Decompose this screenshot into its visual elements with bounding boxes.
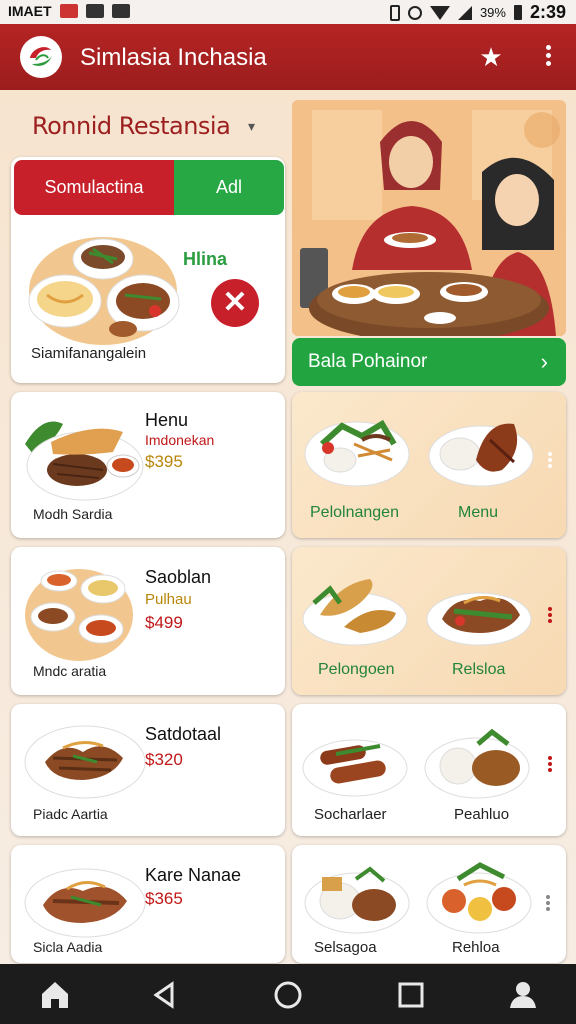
app-bar: Simlasia Inchasia ★ — [0, 24, 576, 90]
more-vert-icon[interactable] — [547, 754, 553, 774]
category-card[interactable]: Pelongoen Relsloa — [292, 547, 566, 695]
food-platter-image — [25, 229, 185, 349]
chevron-down-icon[interactable]: ▾ — [248, 118, 255, 135]
more-vert-icon[interactable] — [547, 450, 553, 470]
menu-item-card[interactable]: Kare Nanae $365 Sicla Aadia — [11, 845, 285, 963]
signal-icon — [457, 5, 472, 20]
item-price: $395 — [145, 452, 183, 471]
photo-notification-icon — [85, 4, 104, 18]
restaurant-title[interactable]: Ronnid Restansia — [32, 112, 231, 140]
dish-image — [302, 410, 412, 490]
home-circle-icon[interactable] — [271, 978, 305, 1012]
category-card[interactable]: Selsagoa Rehloa — [292, 845, 566, 963]
battery-icon — [513, 5, 522, 20]
tab-active[interactable]: Somulactina — [14, 160, 174, 215]
item-caption: Mndc aratia — [33, 663, 107, 679]
clock: 2:39 — [529, 2, 566, 22]
navigation-bar — [0, 964, 576, 1024]
alarm-icon — [407, 5, 422, 20]
more-vert-icon[interactable] — [545, 893, 551, 913]
feature-caption: Siamifanangalein — [31, 345, 147, 362]
item-price: $365 — [145, 889, 183, 908]
dish-image — [300, 573, 410, 649]
vibrate-icon — [389, 4, 400, 21]
segmented-tabs: Somulactina Adl — [14, 160, 284, 215]
more-vert-icon[interactable] — [538, 42, 558, 72]
camera-notification-icon — [111, 4, 130, 18]
menu-item-card[interactable]: Satdotaal $320 Piadc Aartia — [11, 704, 285, 836]
category-left-label: Pelongoen — [318, 661, 395, 678]
item-subtitle: Imdonekan — [145, 432, 215, 448]
dish-image — [424, 855, 534, 937]
chevron-right-icon: › — [540, 349, 548, 374]
more-vert-icon[interactable] — [547, 605, 553, 625]
category-right-label: Rehloa — [452, 939, 500, 956]
item-caption: Sicla Aadia — [33, 939, 103, 955]
item-caption: Piadc Aartia — [33, 806, 108, 822]
star-icon[interactable]: ★ — [476, 42, 506, 72]
category-left-label: Selsagoa — [314, 939, 377, 956]
item-title: Kare Nanae — [145, 865, 242, 885]
dish-image — [300, 730, 410, 800]
category-right-label: Menu — [458, 504, 499, 521]
category-card[interactable]: Socharlaer Peahluo — [292, 704, 566, 836]
profile-icon[interactable] — [506, 978, 540, 1012]
item-title: Henu — [145, 410, 189, 430]
battery-text: 39% — [479, 5, 506, 20]
app-title: Simlasia Inchasia — [80, 44, 267, 71]
tab-add[interactable]: Adl — [174, 160, 284, 215]
feature-label: Hlina — [183, 249, 228, 269]
dish-image — [23, 404, 149, 504]
category-right-label: Peahluo — [454, 806, 510, 823]
restaurant-illustration — [292, 100, 566, 336]
menu-item-card[interactable]: Saoblan Pulhau $499 Mndc aratia — [11, 547, 285, 695]
item-subtitle: Pulhau — [145, 591, 192, 608]
dish-image — [426, 410, 536, 490]
item-title: Saoblan — [145, 567, 212, 587]
category-right-label: Relsloa — [452, 661, 506, 678]
feature-card: Somulactina Adl Hlina ✕ Siamifanangalein — [11, 157, 285, 383]
category-left-label: Pelolnangen — [310, 504, 399, 521]
item-title: Satdotaal — [145, 724, 222, 744]
item-price: $320 — [145, 750, 183, 769]
wifi-icon — [429, 5, 450, 20]
back-icon[interactable] — [148, 978, 182, 1012]
carrier-text: IMAET — [8, 3, 52, 19]
home-icon[interactable] — [38, 978, 72, 1012]
recents-icon[interactable] — [394, 978, 428, 1012]
promo-button[interactable]: Bala Pohainor › — [292, 338, 566, 386]
close-icon[interactable]: ✕ — [211, 279, 259, 327]
dish-image — [23, 861, 149, 941]
dish-image — [422, 724, 532, 802]
dish-image — [23, 718, 149, 802]
status-bar: IMAET 39% 2:39 — [0, 0, 576, 24]
item-price: $499 — [145, 613, 183, 632]
dish-image — [23, 561, 149, 663]
category-card[interactable]: Pelolnangen Menu — [292, 392, 566, 538]
gallery-notification-icon — [59, 4, 78, 18]
promo-label: Bala Pohainor — [308, 351, 428, 372]
dish-image — [424, 573, 534, 649]
dish-image — [302, 859, 412, 937]
item-caption: Modh Sardia — [33, 506, 113, 522]
logo-icon — [20, 36, 62, 78]
menu-item-card[interactable]: Henu Imdonekan $395 Modh Sardia — [11, 392, 285, 538]
category-left-label: Socharlaer — [314, 806, 387, 823]
